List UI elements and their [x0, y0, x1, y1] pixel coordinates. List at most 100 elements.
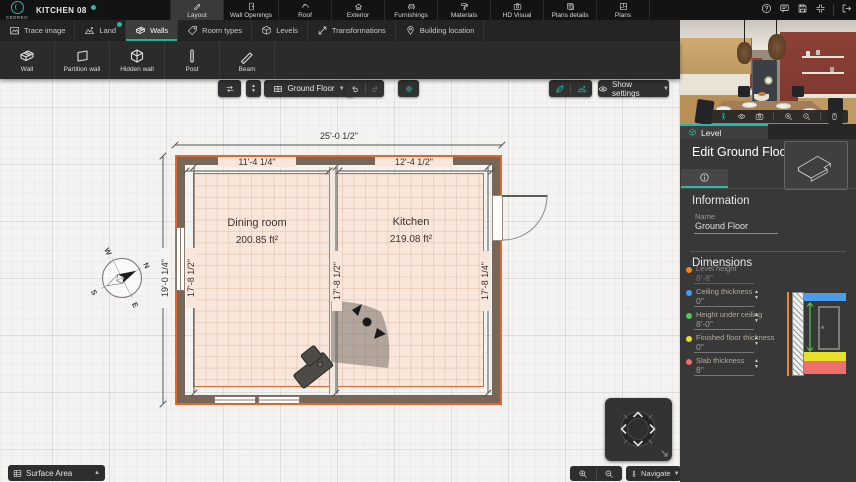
edit-project-name-icon[interactable] — [91, 5, 96, 10]
compass-rose: N S E W — [75, 234, 166, 324]
dim-kitchen-height: 17'-8 1/4" — [480, 251, 490, 311]
undo-redo-group — [346, 80, 384, 97]
ribbon-tab-room-types[interactable]: Room types — [178, 20, 252, 41]
eye-icon[interactable] — [737, 112, 746, 121]
ribbon-tab-land[interactable]: Land — [75, 20, 126, 41]
field-underline — [694, 352, 754, 353]
dim-mid-height: 17'-8 1/2" — [332, 251, 342, 311]
level-section-diagram — [786, 290, 850, 386]
tool-wall[interactable]: Wall — [0, 41, 55, 79]
trace-icon — [9, 25, 20, 36]
zoom-out-icon[interactable] — [604, 469, 614, 479]
information-heading: Information — [692, 195, 750, 207]
tool-partition-wall[interactable]: Partition wall — [55, 41, 110, 79]
navigation-dpad[interactable] — [605, 398, 672, 461]
name-field-underline — [694, 233, 778, 234]
field-color-dot — [686, 313, 692, 319]
mouse-icon[interactable] — [830, 112, 839, 121]
transform-icon — [317, 25, 328, 36]
top-tab-wall-openings[interactable]: Wall Openings — [223, 0, 278, 20]
tool-hidden-wall[interactable]: Hidden wall — [110, 41, 165, 79]
save-button[interactable] — [797, 1, 808, 19]
field-stepper[interactable]: ▲▼ — [754, 358, 759, 370]
top-tab-plans-details[interactable]: Plans details — [543, 0, 596, 20]
collapse-button[interactable] — [815, 1, 826, 19]
room-label-dining[interactable]: Dining room 200.85 ft² — [197, 217, 317, 246]
top-tab-exterior[interactable]: Exterior — [331, 0, 384, 20]
slab-thumbnail[interactable] — [784, 141, 848, 190]
terrain-toggle-icon[interactable] — [571, 84, 592, 94]
cedreo-logo[interactable]: CEDREO — [2, 0, 32, 20]
surface-area-button[interactable]: Surface Area ▲ — [8, 465, 105, 481]
vegetation-toggle-icon[interactable] — [549, 84, 570, 94]
name-field-value[interactable]: Ground Floor — [695, 221, 748, 231]
floor-plan-canvas[interactable]: ▲▼ Ground Floor ▼ Show settings ▼ — [0, 79, 680, 482]
exit-button[interactable] — [841, 1, 852, 19]
field-value[interactable]: 0" — [696, 342, 704, 352]
top-tab-plans[interactable]: Plans — [596, 0, 650, 20]
window-bottom-1[interactable] — [214, 396, 256, 404]
surface-area-label: Surface Area — [26, 469, 72, 478]
field-stepper[interactable]: ▲▼ — [754, 335, 759, 347]
hiddenwall-icon — [129, 48, 145, 64]
cedreo-logo-icon — [11, 1, 24, 14]
feedback-button[interactable] — [779, 1, 790, 19]
zoomin-icon[interactable] — [784, 112, 793, 121]
tool-post[interactable]: Post — [165, 41, 220, 79]
ribbon-tab-trace-image[interactable]: Trace image — [0, 20, 75, 41]
door-swing — [503, 196, 547, 240]
zoomout-icon[interactable] — [802, 112, 811, 121]
display-toggles-group — [549, 80, 592, 97]
tab-level[interactable]: Level — [680, 124, 768, 139]
field-label: Height under ceiling — [696, 310, 762, 319]
settings-tool-button[interactable] — [398, 80, 419, 97]
plan-icon — [619, 2, 628, 11]
tool-beam[interactable]: Beam — [220, 41, 275, 79]
field-underline — [694, 375, 754, 376]
top-tab-layout[interactable]: Layout — [170, 0, 223, 20]
ribbon-tab-levels[interactable]: Levels — [252, 20, 308, 41]
level-cube-icon — [688, 128, 697, 137]
navigate-dropdown[interactable]: Navigate ▼ — [626, 466, 680, 481]
person-icon[interactable] — [719, 112, 728, 121]
field-value[interactable]: 0" — [696, 296, 704, 306]
3d-preview[interactable] — [680, 20, 856, 124]
chat-icon — [779, 3, 790, 14]
door-opening[interactable] — [492, 195, 503, 241]
person-icon — [630, 470, 638, 478]
field-stepper[interactable]: ▲▼ — [754, 312, 759, 324]
show-settings-dropdown[interactable]: Show settings ▼ — [598, 80, 669, 97]
preview-plant — [764, 76, 773, 85]
toggle-2d-3d-button[interactable] — [218, 80, 241, 97]
tab-information[interactable] — [681, 169, 728, 188]
help-button[interactable] — [761, 1, 772, 19]
divider — [820, 112, 821, 121]
field-value[interactable]: 8'-0" — [696, 319, 713, 329]
ribbon-tab-building-location[interactable]: Building location — [396, 20, 485, 41]
ribbon-tab-transformations[interactable]: Transformations — [308, 20, 396, 41]
top-tab-roof[interactable]: Roof — [278, 0, 331, 20]
field-stepper[interactable]: ▲▼ — [754, 289, 759, 301]
diagram-height-arrow — [805, 301, 815, 353]
field-value: 8'-8" — [696, 273, 713, 283]
redo-icon[interactable] — [366, 84, 385, 94]
top-tab-materials[interactable]: Materials — [437, 0, 490, 20]
window-bottom-2[interactable] — [258, 396, 300, 404]
save-icon — [797, 3, 808, 14]
top-tab-hd-visual[interactable]: HD Visual — [490, 0, 543, 20]
ribbon-tab-walls[interactable]: Walls — [126, 20, 178, 41]
compass-n: N — [141, 261, 151, 270]
field-value[interactable]: 8" — [696, 365, 704, 375]
room-label-kitchen[interactable]: Kitchen 219.08 ft² — [351, 216, 471, 245]
ribbon-tab-bar: Trace imageLandWallsRoom typesLevelsTran… — [0, 20, 680, 41]
field-color-dot — [686, 267, 692, 273]
dim-total-width: 25'-0 1/2" — [300, 131, 378, 141]
dpad-resize-handle[interactable] — [662, 451, 667, 456]
zoom-in-icon[interactable] — [578, 469, 588, 479]
level-stepper[interactable]: ▲▼ — [246, 80, 261, 97]
window-left-wall[interactable] — [176, 227, 185, 291]
top-tab-furnishings[interactable]: Furnishings — [384, 0, 437, 20]
level-selector-dropdown[interactable]: Ground Floor ▼ — [264, 80, 354, 97]
camera-icon[interactable] — [755, 112, 764, 121]
undo-icon[interactable] — [346, 84, 365, 94]
